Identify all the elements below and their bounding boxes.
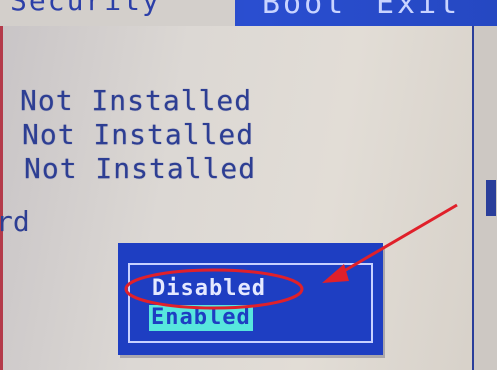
tab-security[interactable]: Security — [0, 0, 235, 26]
status-value-3: Not Installed — [24, 152, 257, 185]
status-value-2: Not Installed — [22, 118, 255, 151]
tab-security-label: Security — [10, 0, 161, 17]
tab-boot[interactable]: Boot — [262, 0, 346, 21]
status-value-1: Not Installed — [20, 84, 253, 117]
setting-label-fragment: rd — [0, 205, 30, 238]
tab-exit[interactable]: Exit — [376, 0, 460, 21]
option-enabled[interactable]: Enabled — [149, 305, 253, 331]
scrollbar-thumb[interactable] — [486, 180, 496, 216]
bios-screen: Security Boot Exit Not Installed Not Ins… — [0, 0, 497, 370]
option-disabled[interactable]: Disabled — [152, 276, 266, 301]
scrollbar[interactable] — [472, 26, 497, 370]
popup-frame — [128, 263, 373, 343]
option-popup: Disabled Enabled — [118, 243, 383, 355]
screen-edge — [0, 26, 3, 370]
menu-bar: Security Boot Exit — [0, 0, 497, 26]
